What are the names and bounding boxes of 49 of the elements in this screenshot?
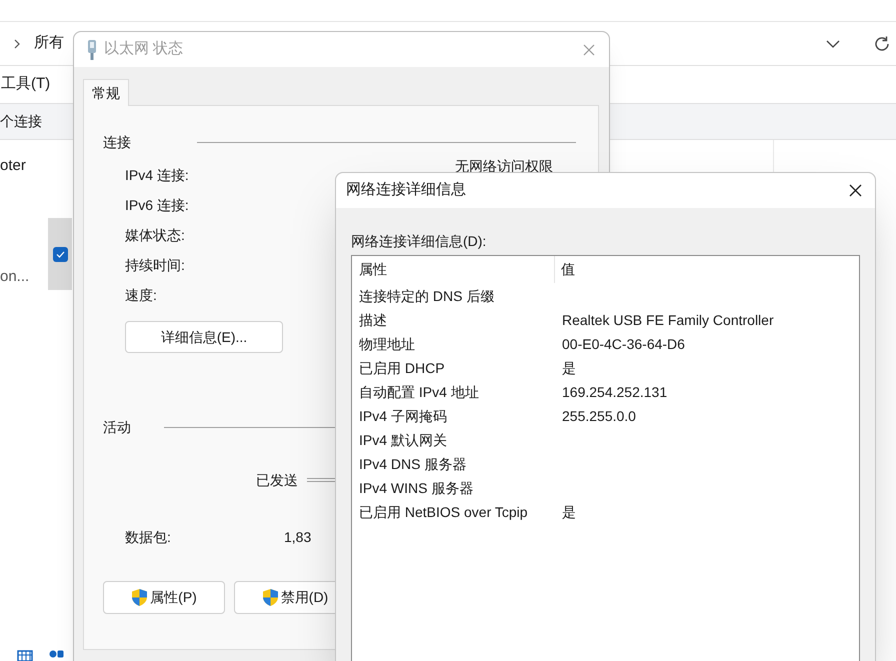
checkmark-icon bbox=[56, 250, 64, 258]
packets-label: 数据包: bbox=[125, 528, 172, 546]
value-cell-text: 是 bbox=[562, 358, 576, 378]
shield-icon bbox=[131, 588, 148, 607]
close-icon[interactable] bbox=[849, 184, 862, 197]
property-cell-text: 描述 bbox=[358, 310, 388, 330]
checkbox[interactable] bbox=[52, 246, 68, 262]
breadcrumb-item[interactable]: 所有 bbox=[34, 32, 64, 55]
value-cell-text: Realtek USB FE Family Controller bbox=[562, 310, 774, 330]
value-cell-text: 255.255.0.0 bbox=[562, 406, 636, 426]
property-cell-text: IPv4 DNS 服务器 bbox=[358, 454, 468, 474]
menu-item[interactable]: 工具(T) bbox=[1, 73, 50, 96]
property-cell-text: 已启用 NetBIOS over Tcpip bbox=[358, 502, 529, 522]
field-label: 媒体状态: bbox=[125, 226, 186, 244]
property-cell-text: 物理地址 bbox=[358, 334, 416, 354]
shield-button[interactable]: 属性(P) bbox=[103, 581, 225, 614]
section-heading: 活动 bbox=[103, 418, 131, 436]
tab[interactable]: 常规 bbox=[83, 79, 129, 106]
value-cell-text: 00-E0-4C-36-64-D6 bbox=[562, 334, 685, 354]
value-cell-text: 是 bbox=[562, 502, 576, 522]
property-cell-text: 连接特定的 DNS 后缀 bbox=[358, 286, 496, 306]
field-label: 持续时间: bbox=[125, 256, 186, 274]
shield-icon bbox=[262, 588, 279, 607]
value-cell-text: 169.254.252.131 bbox=[562, 382, 668, 402]
adapter-name[interactable]: oter bbox=[0, 154, 26, 178]
window-title: 以太网 状态 bbox=[104, 39, 184, 60]
property-cell-text: 已启用 DHCP bbox=[358, 358, 446, 378]
property-cell-text: IPv4 默认网关 bbox=[358, 430, 448, 450]
section-heading: 连接 bbox=[103, 132, 131, 152]
property-cell-text: IPv4 WINS 服务器 bbox=[358, 478, 474, 498]
chevron-right-icon bbox=[14, 38, 20, 48]
sent-label: 已发送 bbox=[256, 470, 298, 490]
property-cell-text: 自动配置 IPv4 地址 bbox=[358, 382, 480, 402]
column-header[interactable]: 属性 bbox=[352, 256, 555, 283]
adapter-name[interactable]: on... bbox=[0, 266, 30, 288]
window-title: 网络连接详细信息 bbox=[346, 180, 466, 200]
grid-view-icon[interactable] bbox=[17, 649, 33, 661]
toolbar-text: 个连接 bbox=[0, 112, 42, 131]
list-label: 网络连接详细信息(D): bbox=[351, 232, 486, 251]
refresh-icon[interactable] bbox=[873, 34, 891, 52]
column-header[interactable]: 值 bbox=[555, 256, 575, 283]
field-label: 速度: bbox=[125, 286, 158, 304]
dropdown-chevron-icon[interactable] bbox=[826, 40, 840, 48]
property-cell-text: IPv4 子网掩码 bbox=[358, 406, 448, 426]
details-button[interactable]: 详细信息(E)... bbox=[125, 321, 283, 353]
network-adapter-icon bbox=[86, 38, 98, 60]
field-label: IPv6 连接: bbox=[125, 196, 190, 214]
field-label: IPv4 连接: bbox=[125, 166, 190, 184]
packets-sent-value: 1,83 bbox=[284, 528, 312, 546]
